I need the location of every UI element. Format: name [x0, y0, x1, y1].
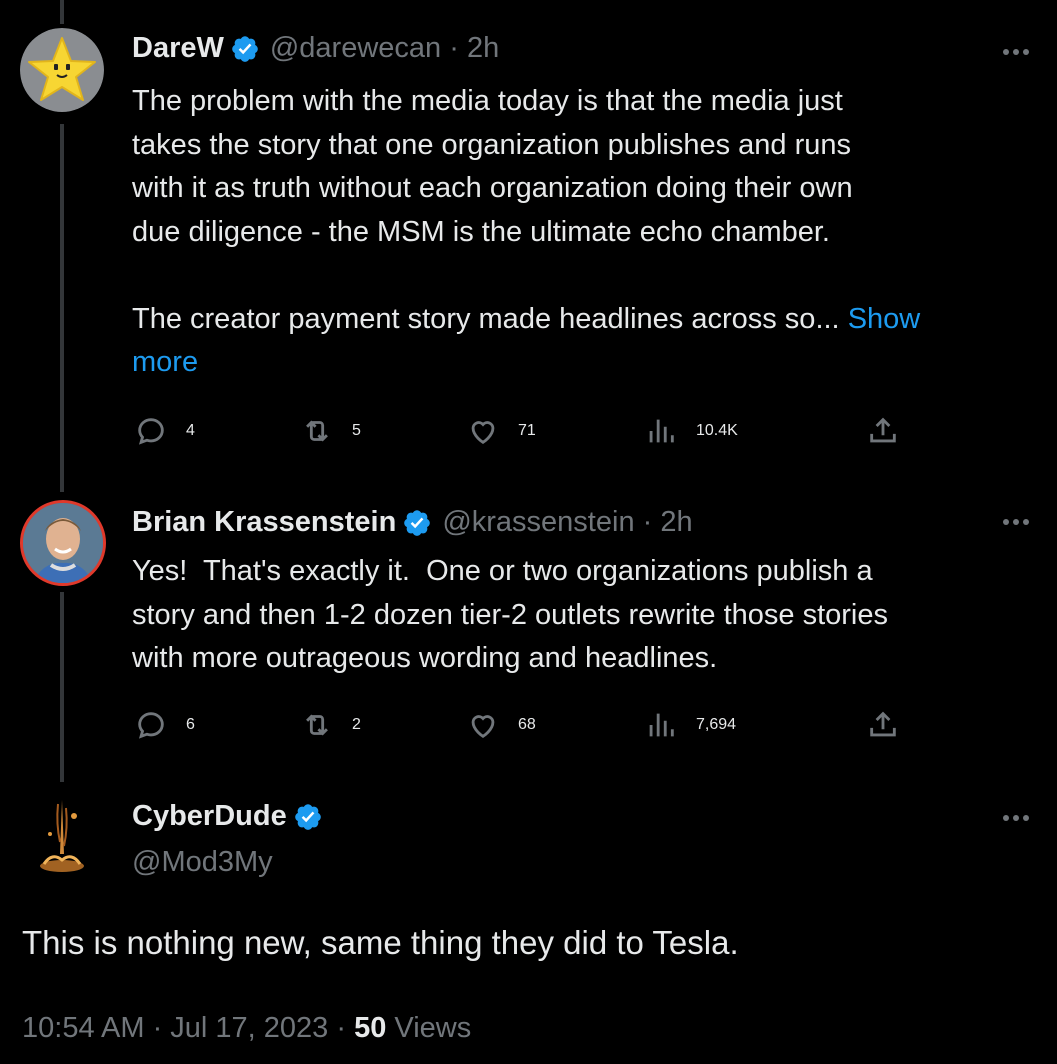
- share-button[interactable]: [866, 414, 918, 448]
- tweet-text: Yes! That's exactly it. One or two organ…: [132, 555, 888, 674]
- tweet-meta: 10:54 AM · Jul 17, 2023 · 50 Views: [22, 1012, 471, 1045]
- views-icon: [649, 419, 674, 443]
- retweet-button[interactable]: 5: [300, 414, 361, 448]
- tweet-body: The problem with the media today is that…: [132, 85, 853, 335]
- retweet-icon: [306, 420, 328, 442]
- like-button[interactable]: 68: [466, 708, 536, 742]
- verified-badge-icon: [294, 803, 321, 830]
- more-icon[interactable]: [1001, 808, 1031, 828]
- thread-line: [60, 592, 64, 782]
- thread-line: [60, 124, 64, 492]
- views-button[interactable]: 7,694: [644, 708, 736, 742]
- reply-count: 4: [186, 422, 195, 439]
- retweet-count: 5: [352, 422, 361, 439]
- star-avatar-icon: [20, 28, 104, 112]
- like-count: 68: [518, 716, 536, 733]
- verified-badge-icon: [232, 35, 258, 62]
- handle[interactable]: @krassenstein · 2h: [442, 506, 692, 539]
- share-icon: [870, 711, 896, 737]
- main-tweet-text: This is nothing new, same thing they did…: [22, 924, 739, 961]
- thread-line: [60, 0, 64, 24]
- tweet-header: Brian Krassenstein @krassenstein · 2h: [132, 506, 693, 539]
- like-icon: [471, 421, 495, 445]
- fire-avatar-icon: [20, 794, 104, 878]
- reply-count: 6: [186, 716, 195, 733]
- views-count: 10.4K: [696, 422, 738, 439]
- verified-badge-icon: [404, 509, 431, 536]
- like-count: 71: [518, 422, 536, 439]
- avatar[interactable]: [20, 500, 106, 586]
- main-tweet-name-row: CyberDude: [132, 800, 333, 833]
- avatar[interactable]: [20, 28, 104, 112]
- like-button[interactable]: 71: [466, 414, 536, 448]
- main-tweet-handle-row: @Mod3My: [132, 846, 273, 879]
- views-count: 50: [354, 1012, 387, 1044]
- more-icon[interactable]: [1001, 42, 1031, 62]
- more-icon[interactable]: [1001, 512, 1031, 532]
- views-button[interactable]: 10.4K: [644, 414, 738, 448]
- views-count: 7,694: [696, 716, 737, 733]
- retweet-icon: [306, 714, 328, 736]
- views-label: Views: [386, 1012, 472, 1044]
- retweet-button[interactable]: 2: [300, 708, 361, 742]
- handle[interactable]: @darewecan · 2h: [270, 32, 499, 65]
- handle[interactable]: @Mod3My: [132, 846, 273, 879]
- like-icon: [471, 715, 495, 739]
- avatar[interactable]: [20, 794, 104, 878]
- display-name[interactable]: DareW: [132, 32, 224, 65]
- tweet-text: The problem with the media today is that…: [132, 80, 1042, 385]
- share-icon: [870, 417, 896, 443]
- tweet-header: DareW @darewecan · 2h: [132, 32, 499, 65]
- reply-button[interactable]: 4: [134, 414, 195, 448]
- reply-icon: [138, 418, 164, 445]
- retweet-count: 2: [352, 716, 361, 733]
- share-button[interactable]: [866, 708, 918, 742]
- profile-photo-icon: [23, 503, 103, 583]
- display-name[interactable]: CyberDude: [132, 800, 287, 833]
- timestamp[interactable]: 10:54 AM · Jul 17, 2023 ·: [22, 1012, 354, 1044]
- views-icon: [649, 713, 674, 737]
- reply-button[interactable]: 6: [134, 708, 195, 742]
- reply-icon: [138, 712, 164, 739]
- display-name[interactable]: Brian Krassenstein: [132, 506, 396, 539]
